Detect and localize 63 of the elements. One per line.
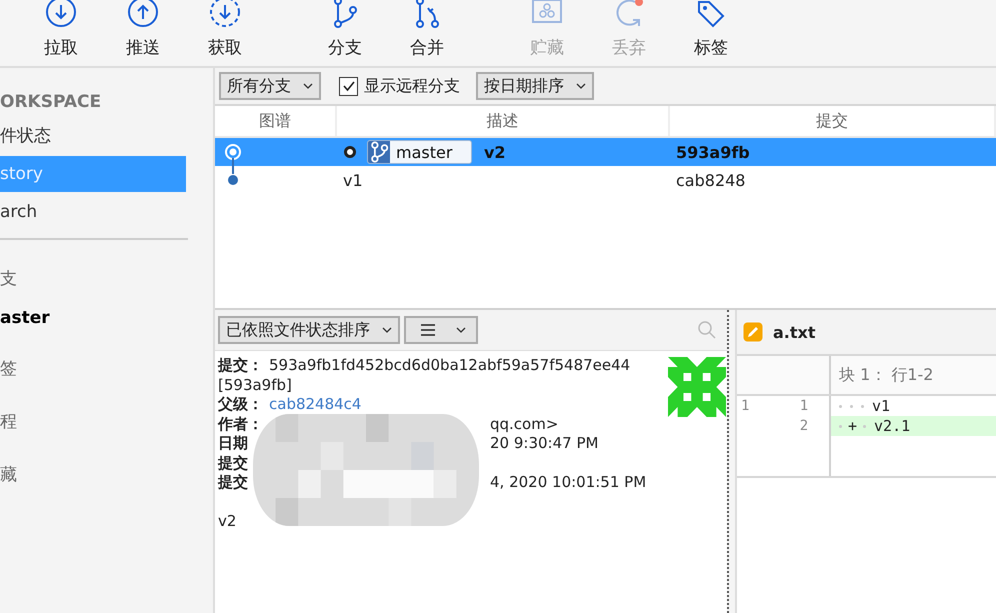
up-arrow-icon — [127, 0, 159, 30]
toolbar-button[interactable]: 标签 — [670, 0, 752, 66]
toolbar-button[interactable]: 获取 — [184, 0, 266, 66]
field-value: 593a9fb1fd452bcd6d0ba12abf59a57f5487ee44 — [269, 356, 630, 376]
commit-hash: cab8248 — [676, 170, 746, 190]
field-value: 4, 2020 10:01:51 PM — [490, 473, 646, 492]
branch-item[interactable]: aster — [0, 305, 213, 331]
commit-hash: 593a9fb — [676, 142, 750, 162]
chevron-down-icon — [303, 83, 313, 89]
chevron-down-icon — [456, 327, 466, 333]
commit-message: v1 — [343, 170, 363, 190]
splitter-handle[interactable] — [727, 310, 737, 613]
field-value: qq.com> — [490, 414, 558, 434]
line-number: 2 — [798, 417, 810, 436]
down-arrow-icon — [45, 0, 77, 30]
sidebar-section[interactable]: 藏 — [0, 462, 213, 488]
field-label: 提交 — [218, 454, 248, 473]
checkmark-icon — [342, 79, 356, 93]
sidebar-section[interactable]: 程 — [0, 409, 213, 435]
branch-filter-dropdown[interactable]: 所有分支 — [219, 72, 321, 100]
context-line: v1 — [831, 396, 996, 416]
parent-commit-link[interactable]: cab82484c4 — [269, 395, 362, 414]
column-header[interactable]: 图谱 — [215, 106, 337, 136]
file-name[interactable]: a.txt — [773, 322, 816, 342]
sort-dropdown[interactable]: 按日期排序 — [476, 72, 594, 100]
chevron-down-icon — [382, 327, 392, 333]
sidebar-item[interactable]: arch — [0, 194, 186, 230]
hunk-header: 块 1： 行1-2 — [838, 364, 934, 386]
sidebar-section[interactable]: 支 — [0, 266, 213, 292]
toolbar-button[interactable]: 分支 — [304, 0, 386, 66]
column-header[interactable]: 提交 — [670, 106, 996, 136]
branch-icon — [368, 141, 390, 163]
chevron-down-icon — [576, 83, 586, 89]
field-label: 日期 — [218, 434, 248, 454]
checkbox-label: 显示远程分支 — [364, 76, 460, 96]
sidebar-heading: ORKSPACE — [0, 92, 102, 114]
tag-icon — [695, 0, 727, 30]
field-label: 作者： — [218, 414, 263, 434]
modified-file-icon — [743, 322, 763, 342]
head-marker-icon — [343, 145, 357, 159]
sidebar-item[interactable]: 件状态 — [0, 118, 186, 154]
toolbar-button[interactable]: 合并 — [386, 0, 468, 66]
checkbox[interactable] — [339, 76, 358, 96]
sidebar-section[interactable]: 签 — [0, 356, 213, 382]
list-lines-icon — [420, 323, 436, 337]
field-label: 提交： — [218, 356, 263, 376]
column-header[interactable]: 描述 — [337, 106, 670, 136]
field-value: 20 9:30:47 PM — [490, 434, 598, 454]
field-label: 提交 — [218, 473, 248, 492]
toolbar-button[interactable]: 推送 — [102, 0, 184, 66]
field-value: [593a9fb] — [218, 376, 292, 395]
view-mode-dropdown[interactable] — [404, 316, 478, 344]
line-number: 1 — [798, 397, 810, 416]
file-sort-dropdown[interactable]: 已依照文件状态排序 — [218, 316, 400, 344]
field-label: 父级： — [218, 395, 263, 414]
commit-message: v2 — [218, 512, 238, 532]
branch-tag: master — [367, 140, 472, 164]
line-number: 1 — [741, 397, 750, 416]
graph-node-icon — [223, 142, 243, 162]
dashed-down-arrow-icon — [209, 0, 241, 30]
commit-row[interactable]: v1 cab8248 — [215, 166, 996, 194]
commit-message: v2 — [484, 142, 506, 162]
toolbar-button[interactable]: 拉取 — [20, 0, 102, 66]
